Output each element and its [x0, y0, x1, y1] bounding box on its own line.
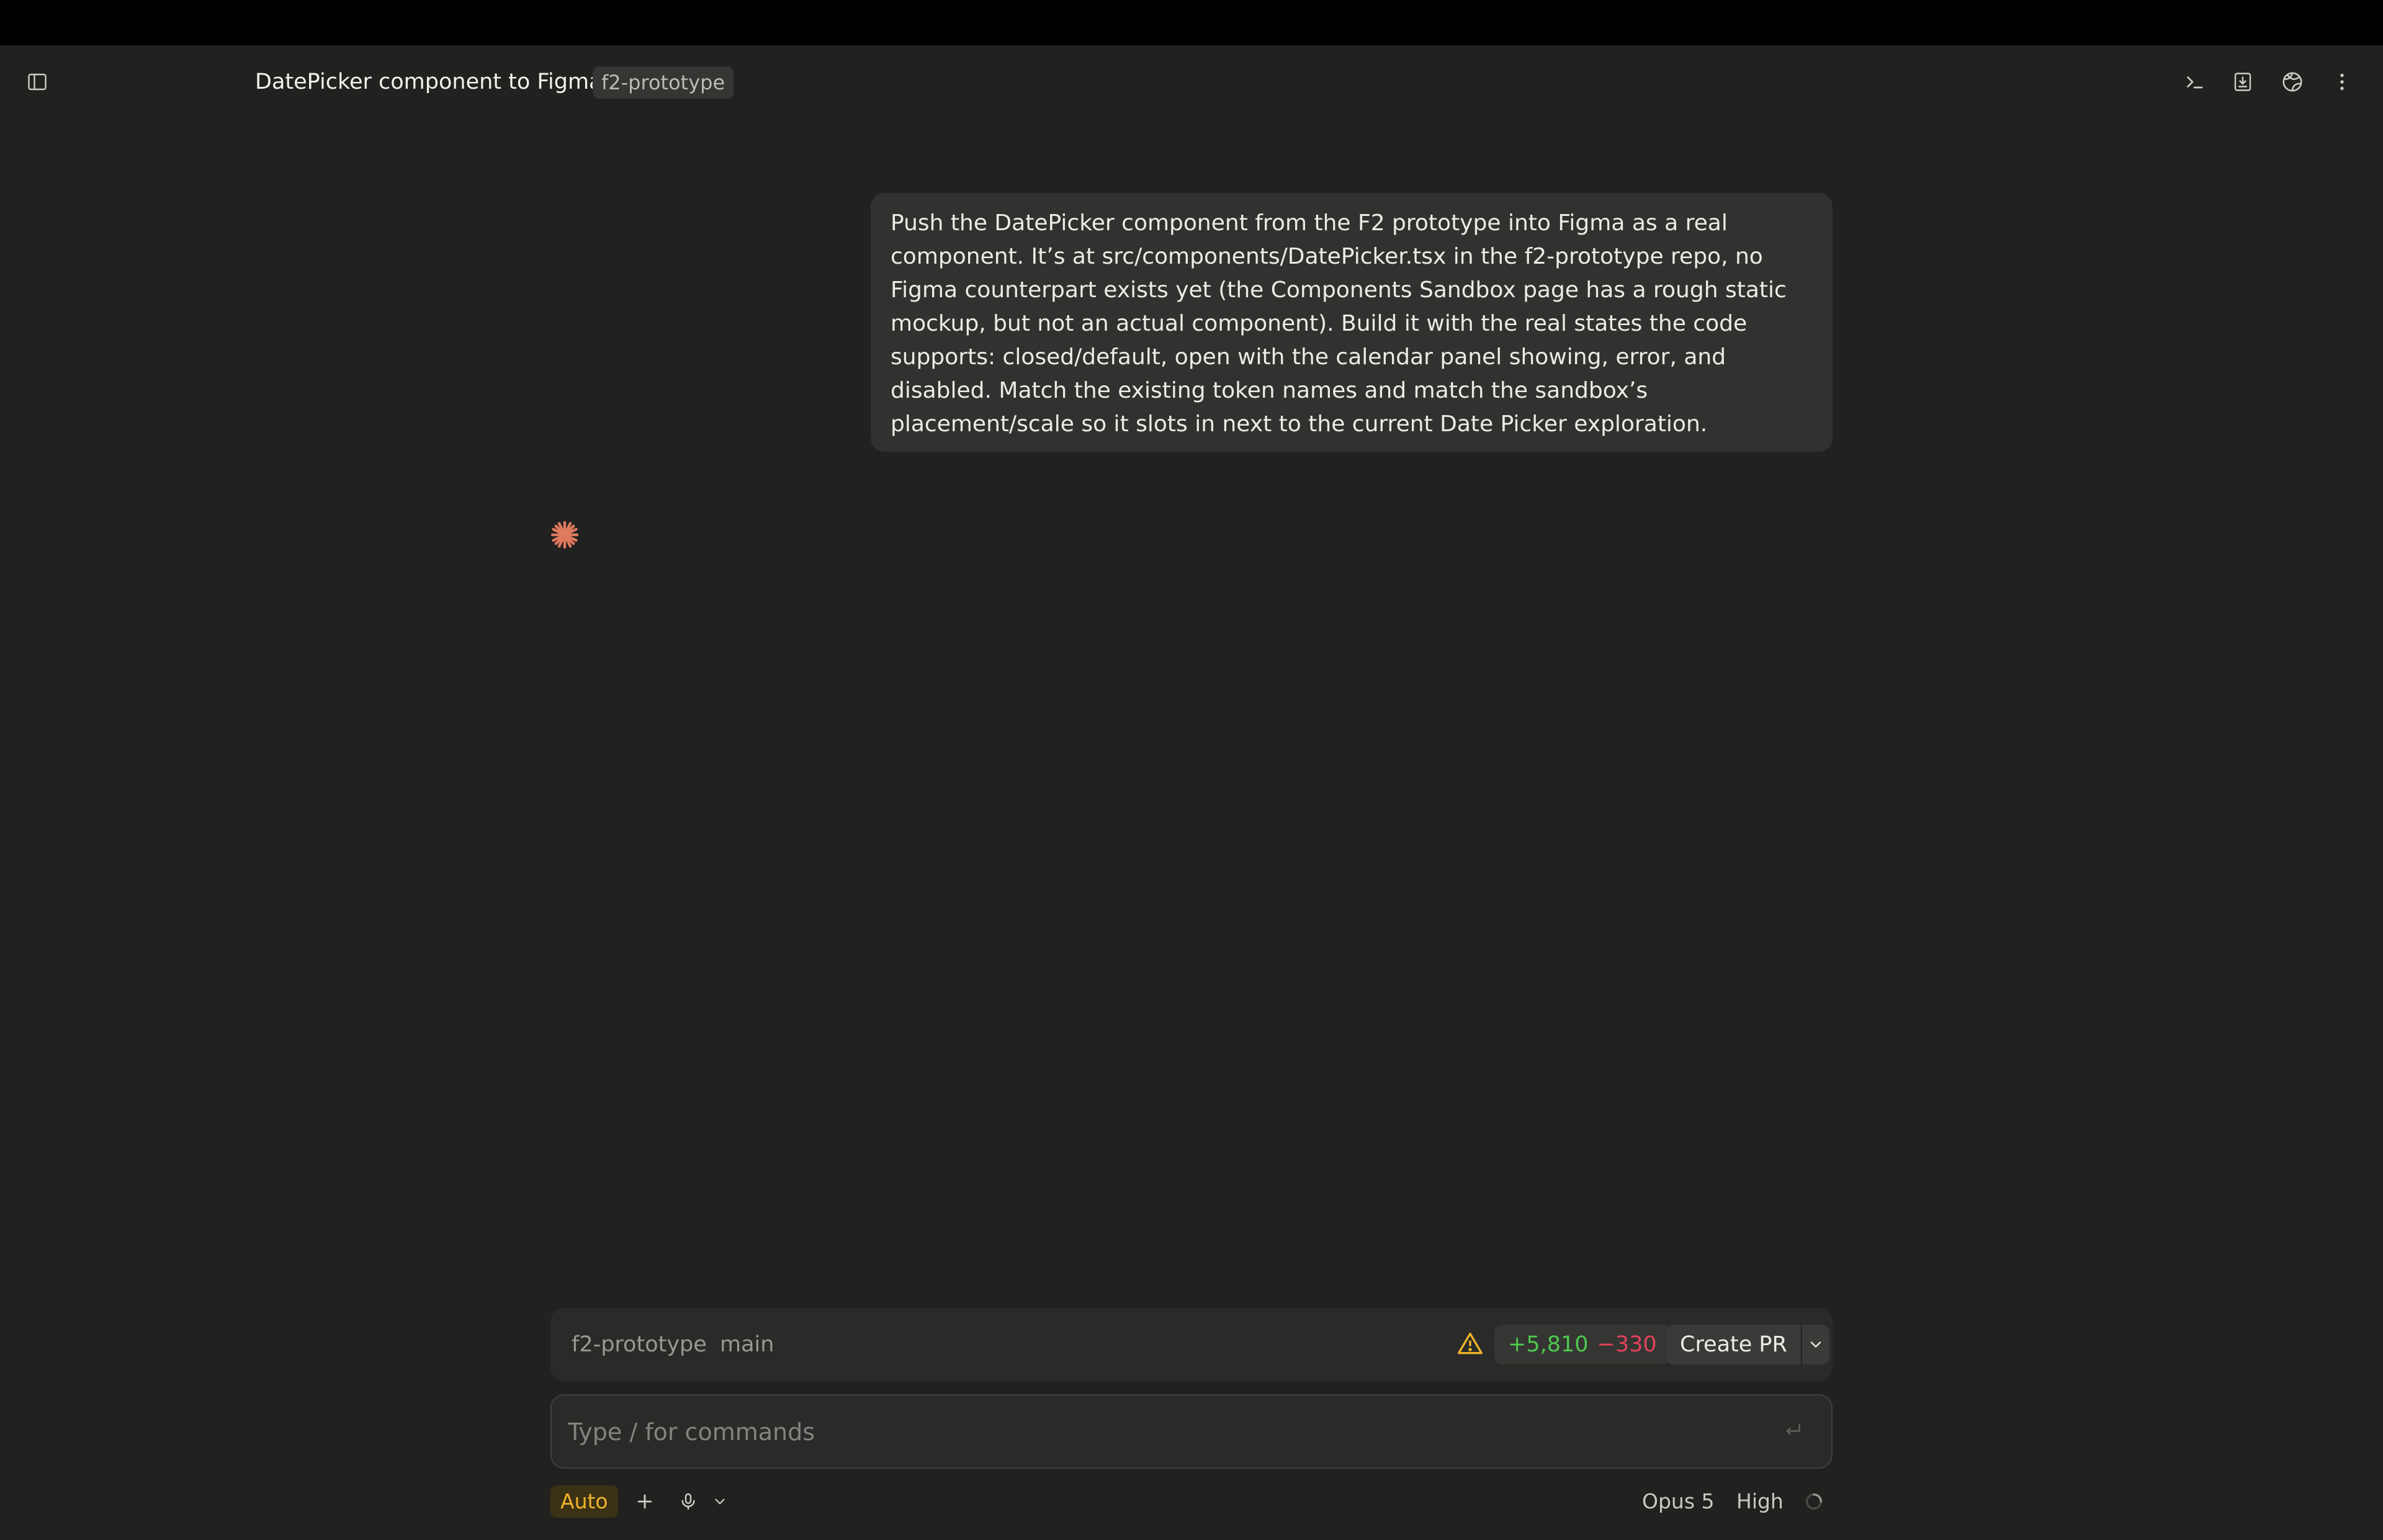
repo-badge[interactable]: f2-prototype	[593, 66, 734, 99]
page-title: DatePicker component to Figma	[255, 69, 603, 94]
plus-icon[interactable]	[631, 1488, 658, 1515]
enter-icon[interactable]	[1782, 1419, 1806, 1444]
deletions-count: −330	[1597, 1332, 1657, 1357]
globe-icon[interactable]	[2278, 67, 2307, 97]
chevron-down-icon[interactable]	[709, 1490, 731, 1513]
command-input[interactable]: Type / for commands	[550, 1394, 1833, 1469]
additions-count: +5,810	[1508, 1332, 1589, 1357]
mode-badge[interactable]: Auto	[550, 1485, 618, 1518]
loading-spinner-icon	[1802, 1489, 1826, 1514]
microphone-icon[interactable]	[675, 1488, 702, 1515]
download-icon[interactable]	[2228, 67, 2258, 97]
diff-stats[interactable]: +5,810 −330	[1494, 1325, 1671, 1364]
create-pr-button[interactable]: Create PR	[1666, 1325, 1801, 1364]
repo-status-bar: f2-prototype main +5,810 −330 Create PR	[550, 1308, 1833, 1381]
user-message: Push the DatePicker component from the F…	[871, 193, 1833, 452]
terminal-icon[interactable]	[2179, 67, 2209, 97]
create-pr-dropdown[interactable]	[1800, 1325, 1829, 1364]
spark-icon	[550, 520, 580, 550]
repo-name[interactable]: f2-prototype	[572, 1329, 707, 1360]
model-selector[interactable]: Opus 5	[1642, 1485, 1715, 1518]
chevron-down-icon	[1810, 1341, 1821, 1348]
more-icon[interactable]	[2327, 67, 2357, 97]
branch-name[interactable]: main	[720, 1329, 774, 1360]
window-top-bar	[0, 0, 2383, 45]
create-pr-group: Create PR	[1666, 1325, 1829, 1364]
warning-icon[interactable]	[1456, 1330, 1486, 1360]
sidebar-toggle-icon[interactable]	[24, 68, 51, 96]
composer-footer: Auto Opus 5 High	[550, 1483, 1833, 1520]
command-input-placeholder: Type / for commands	[568, 1418, 815, 1446]
effort-selector[interactable]: High	[1736, 1485, 1784, 1518]
